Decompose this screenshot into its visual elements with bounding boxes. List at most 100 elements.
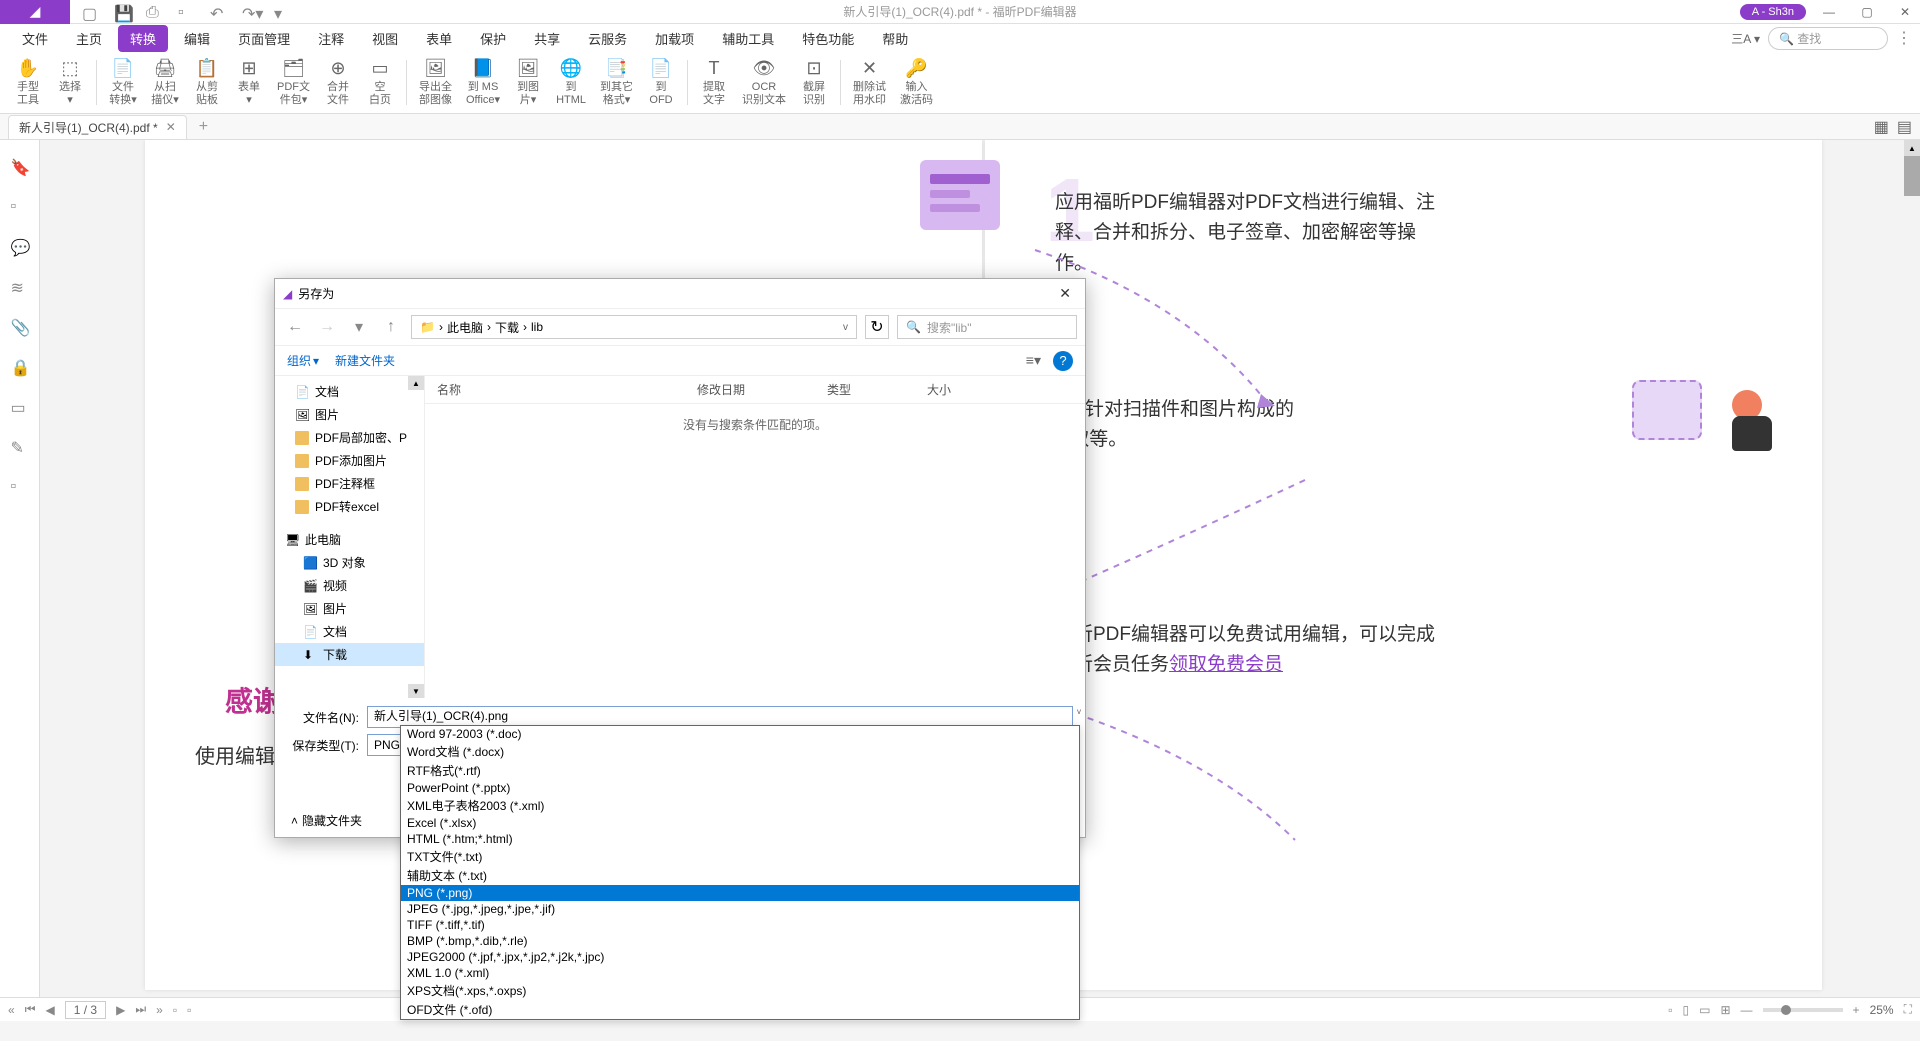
ribbon-选择[interactable]: ⬚选择▾	[50, 56, 90, 109]
dropdown-item[interactable]: HTML (*.htm;*.html)	[401, 831, 1079, 847]
dropdown-item[interactable]: JPEG2000 (*.jpf,*.jpx,*.jp2,*.j2k,*.jpc)	[401, 949, 1079, 965]
path-dropdown-icon[interactable]: v	[843, 322, 848, 333]
ribbon-导出全[interactable]: 🖼导出全部图像	[413, 56, 458, 109]
user-badge[interactable]: A - Sh3n	[1740, 4, 1806, 20]
ribbon-到[interactable]: 📄到OFD	[641, 56, 681, 109]
tree-item[interactable]: 📄文档	[275, 620, 424, 643]
ribbon-空[interactable]: ▭空白页	[360, 56, 400, 109]
tree-item[interactable]: ⬇下载	[275, 643, 424, 666]
dialog-titlebar[interactable]: ◢另存为 ✕	[275, 279, 1085, 309]
doc-tab[interactable]: 新人引导(1)_OCR(4).pdf * ✕	[8, 115, 187, 139]
menu-cloud[interactable]: 云服务	[576, 25, 639, 52]
minimize-button[interactable]: —	[1814, 0, 1844, 24]
ribbon-OCR[interactable]: 👁OCR识别文本	[736, 56, 792, 109]
ribbon-从剪[interactable]: 📋从剪贴板	[187, 56, 227, 109]
ribbon-手型[interactable]: ✋手型工具	[8, 56, 48, 109]
dropdown-item[interactable]: 辅助文本 (*.txt)	[401, 866, 1079, 885]
bookmark-icon[interactable]: 🔖	[11, 158, 29, 176]
refresh-button[interactable]: ↻	[865, 315, 889, 339]
zoom-slider[interactable]	[1763, 1008, 1843, 1012]
dropdown-item[interactable]: PowerPoint (*.pptx)	[401, 780, 1079, 796]
new-tab-button[interactable]: +	[199, 118, 208, 136]
layers-icon[interactable]: ≋	[11, 278, 29, 296]
ribbon-截屏[interactable]: ⊡截屏识别	[794, 56, 834, 109]
more-panel-icon[interactable]: ▫	[11, 478, 29, 496]
dropdown-item[interactable]: Word文档 (*.docx)	[401, 742, 1079, 761]
search-input[interactable]: 🔍 查找	[1768, 27, 1888, 50]
dropdown-item[interactable]: JPEG (*.jpg,*.jpeg,*.jpe,*.jif)	[401, 901, 1079, 917]
tree-item[interactable]: PDF转excel	[275, 495, 424, 518]
zoom-value[interactable]: 25%	[1870, 1003, 1894, 1017]
tree-item[interactable]: 🖼图片	[275, 403, 424, 426]
breadcrumb[interactable]: 📁 › 此电脑› 下载› lib v	[411, 315, 857, 339]
nav-fwd-button[interactable]: →	[315, 315, 339, 339]
tree-scroll-up[interactable]: ▲	[408, 376, 424, 390]
view-grid-icon[interactable]: ▦	[1874, 117, 1889, 137]
prev-page-icon[interactable]: ◀	[46, 1003, 55, 1017]
menu-addons[interactable]: 加载项	[643, 25, 706, 52]
dropdown-item[interactable]: Word 97-2003 (*.doc)	[401, 726, 1079, 742]
kebab-icon[interactable]: ⋮	[1896, 28, 1912, 48]
dropdown-item[interactable]: BMP (*.bmp,*.dib,*.rle)	[401, 933, 1079, 949]
page-indicator[interactable]: 1 / 3	[65, 1001, 106, 1019]
tree-item[interactable]: PDF添加图片	[275, 449, 424, 472]
dialog-close-icon[interactable]: ✕	[1053, 285, 1077, 302]
ribbon-到其它[interactable]: 📑到其它格式▾	[594, 56, 639, 109]
menu-form[interactable]: 表单	[414, 25, 464, 52]
security-icon[interactable]: 🔒	[11, 358, 29, 376]
help-icon[interactable]: ?	[1053, 351, 1073, 371]
col-name[interactable]: 名称	[425, 381, 685, 398]
ribbon-到 MS[interactable]: 📘到 MSOffice▾	[460, 56, 506, 109]
view-panel-icon[interactable]: ▤	[1897, 117, 1912, 137]
dropdown-item[interactable]: XML电子表格2003 (*.xml)	[401, 796, 1079, 815]
dropdown-item[interactable]: TIFF (*.tiff,*.tif)	[401, 917, 1079, 933]
tree-item[interactable]: PDF局部加密、P	[275, 426, 424, 449]
ribbon-从扫[interactable]: 🖨从扫描仪▾	[145, 56, 185, 109]
tree-scroll-down[interactable]: ▼	[408, 684, 424, 698]
tree-item[interactable]: PDF注释框	[275, 472, 424, 495]
dropdown-item[interactable]: XPS文档(*.xps,*.oxps)	[401, 981, 1079, 1000]
nav-recent-button[interactable]: ▾	[347, 315, 371, 339]
menu-view[interactable]: 视图	[360, 25, 410, 52]
zoom-in-icon[interactable]: +	[1853, 1003, 1860, 1017]
open-icon[interactable]: ▢	[82, 4, 98, 20]
col-type[interactable]: 类型	[815, 381, 915, 398]
fullscreen-icon[interactable]: ⛶	[1904, 1002, 1912, 1017]
fields-icon[interactable]: ▭	[11, 398, 29, 416]
menu-special[interactable]: 特色功能	[790, 25, 866, 52]
dropdown-item[interactable]: RTF格式(*.rtf)	[401, 761, 1079, 780]
misc-icon1[interactable]: ▫	[173, 1003, 177, 1017]
tree-item[interactable]: 🖥此电脑	[275, 528, 424, 551]
menu-file[interactable]: 文件	[10, 25, 60, 52]
dropdown-item[interactable]: PNG (*.png)	[401, 885, 1079, 901]
folder-search-input[interactable]: 🔍搜索"lib"	[897, 315, 1077, 339]
filetype-dropdown[interactable]: Word 97-2003 (*.doc)Word文档 (*.docx)RTF格式…	[400, 725, 1080, 1020]
dropdown-item[interactable]: TXT文件(*.txt)	[401, 847, 1079, 866]
dropdown-item[interactable]: Excel (*.xlsx)	[401, 815, 1079, 831]
menu-right-label[interactable]: 三A ▾	[1731, 30, 1760, 47]
free-member-link[interactable]: 领取免费会员	[1169, 654, 1283, 675]
signature-icon[interactable]: ✎	[11, 438, 29, 456]
close-button[interactable]: ✕	[1890, 0, 1920, 24]
file-list[interactable]: 名称 修改日期 类型 大小 没有与搜索条件匹配的项。	[425, 376, 1085, 698]
organize-button[interactable]: 组织 ▾	[287, 352, 319, 369]
menu-help[interactable]: 帮助	[870, 25, 920, 52]
undo-icon[interactable]: ↶	[210, 4, 226, 20]
tree-item[interactable]: 🎬视频	[275, 574, 424, 597]
close-tab-icon[interactable]: ✕	[166, 120, 176, 134]
col-size[interactable]: 大小	[915, 381, 995, 398]
menu-share[interactable]: 共享	[522, 25, 572, 52]
qat-more-icon[interactable]: ▾	[274, 4, 290, 20]
ribbon-删除试[interactable]: ✕删除试用水印	[847, 56, 892, 109]
scroll-up[interactable]: ▲	[1904, 140, 1920, 156]
first-page-icon[interactable]: ⏮	[25, 1002, 36, 1017]
comments-icon[interactable]: 💬	[11, 238, 29, 256]
blank-icon[interactable]: ▫	[178, 4, 194, 20]
view-facing-icon[interactable]: ▭	[1699, 1003, 1710, 1017]
last-page-icon[interactable]: ⏭	[135, 1002, 146, 1017]
scrollbar-thumb[interactable]	[1904, 156, 1920, 196]
save-icon[interactable]: 💾	[114, 4, 130, 20]
misc-icon2[interactable]: ▫	[187, 1003, 191, 1017]
view-mode-button[interactable]: ≡▾	[1026, 352, 1041, 369]
tree-item[interactable]: 🟦3D 对象	[275, 551, 424, 574]
